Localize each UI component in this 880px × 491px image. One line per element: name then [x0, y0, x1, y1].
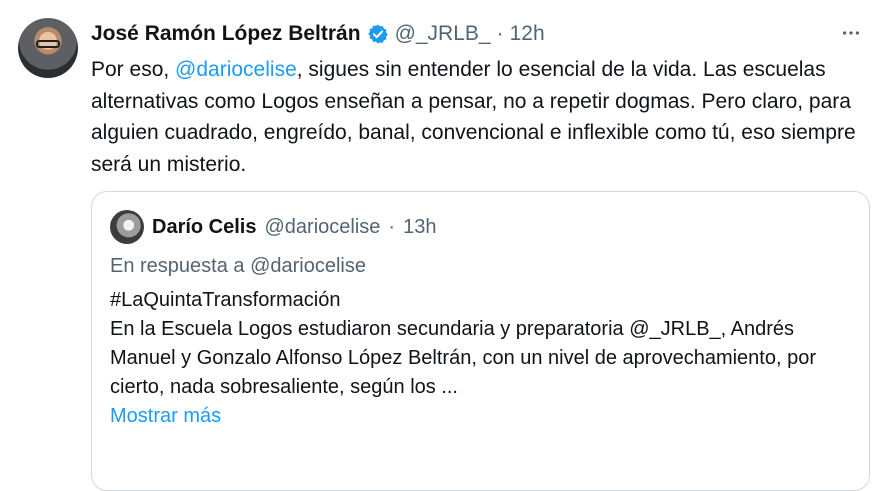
- quoted-author-name[interactable]: Darío Celis: [152, 216, 256, 239]
- quoted-separator: ·: [388, 215, 396, 238]
- tweet-header: José Ramón López Beltrán @_JRLB_ · 12h: [91, 18, 545, 50]
- quoted-body: En la Escuela Logos estudiaron secundari…: [110, 318, 816, 398]
- show-more-link[interactable]: Mostrar más: [110, 402, 850, 431]
- quoted-tweet-card[interactable]: Darío Celis @dariocelise · 13h En respue…: [91, 191, 870, 491]
- quoted-tweet-header: Darío Celis @dariocelise · 13h: [110, 210, 436, 244]
- reply-context: En respuesta a @dariocelise: [110, 255, 366, 278]
- hashtag: #LaQuintaTransformación: [110, 289, 341, 311]
- tweet-text-prefix: Por eso,: [91, 58, 176, 81]
- reply-handle: @dariocelise: [250, 255, 367, 277]
- quoted-author-handle[interactable]: @dariocelise: [264, 216, 380, 239]
- author-handle[interactable]: @_JRLB_: [395, 22, 491, 46]
- more-options-icon[interactable]: [836, 18, 866, 48]
- author-name[interactable]: José Ramón López Beltrán: [91, 22, 361, 46]
- verified-badge-icon[interactable]: [367, 23, 389, 45]
- reply-prefix: En respuesta a: [110, 255, 251, 277]
- tweet-time[interactable]: 12h: [510, 22, 545, 46]
- tweet-text: Por eso, @dariocelise, sigues sin entend…: [91, 54, 871, 180]
- author-avatar[interactable]: [18, 18, 78, 78]
- quoted-tweet-time[interactable]: 13h: [403, 216, 436, 239]
- quoted-author-avatar[interactable]: [110, 210, 144, 244]
- mention-link[interactable]: @dariocelise: [175, 58, 297, 81]
- quoted-tweet-text: #LaQuintaTransformación En la Escuela Lo…: [110, 286, 850, 431]
- header-separator: ·: [496, 22, 504, 45]
